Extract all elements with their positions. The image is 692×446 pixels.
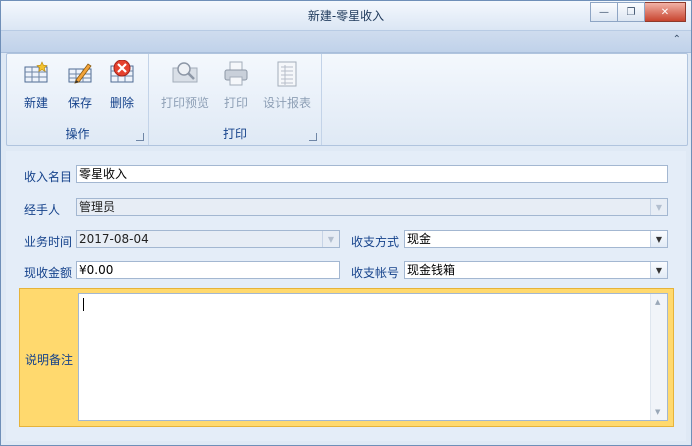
cash-amount-value: ¥0.00 xyxy=(79,263,114,277)
save-grid-pencil-icon xyxy=(68,63,92,84)
business-time-label: 业务时间 xyxy=(24,235,73,249)
new-button-label: 新建 xyxy=(23,96,48,110)
account-value: 现金钱箱 xyxy=(407,263,456,277)
minimize-icon: — xyxy=(599,6,609,18)
handler-value: 管理员 xyxy=(79,200,116,214)
income-name-label: 收入名目 xyxy=(24,170,73,184)
remarks-scrollbar[interactable]: ▲ ▼ xyxy=(650,294,667,420)
close-button[interactable]: ✕ xyxy=(645,2,686,22)
delete-button-label: 删除 xyxy=(109,96,134,110)
printer-icon xyxy=(224,61,248,86)
app-window: 新建-零星收入 — ❐ ✕ ⌃ 新建 保存 删除 操作 打印预览 打印 设计报表… xyxy=(0,0,692,446)
minimize-button[interactable]: — xyxy=(590,2,618,22)
restore-button[interactable]: ❐ xyxy=(618,2,645,22)
print-preview-button[interactable]: 打印预览 xyxy=(157,60,213,111)
cash-amount-label: 现收金额 xyxy=(24,266,73,280)
income-name-value: 零星收入 xyxy=(79,167,128,181)
scroll-down-icon[interactable]: ▼ xyxy=(655,408,660,416)
ribbon-group-label-operation: 操作 xyxy=(65,127,90,141)
ribbon: 新建 保存 删除 操作 打印预览 打印 设计报表 打印 xyxy=(6,53,688,146)
chevron-down-icon[interactable]: ▼ xyxy=(650,262,667,278)
print-button[interactable]: 打印 xyxy=(213,60,259,111)
payment-method-select[interactable]: 现金 ▼ xyxy=(404,230,668,248)
cash-amount-input[interactable]: ¥0.00 xyxy=(76,261,340,279)
magnifier-icon xyxy=(172,62,198,83)
new-button[interactable]: 新建 xyxy=(13,60,59,111)
account-select[interactable]: 现金钱箱 ▼ xyxy=(404,261,668,279)
payment-method-value: 现金 xyxy=(407,232,432,246)
handler-label: 经手人 xyxy=(24,203,61,217)
chevron-down-icon[interactable]: ▼ xyxy=(650,231,667,247)
window-title: 新建-零星收入 xyxy=(307,9,385,23)
text-caret xyxy=(83,298,84,311)
delete-x-icon xyxy=(110,60,134,83)
print-preview-label: 打印预览 xyxy=(160,96,209,110)
payment-method-label: 收支方式 xyxy=(351,235,400,249)
ribbon-group-operation: 新建 保存 删除 操作 xyxy=(7,54,149,145)
ribbon-header: ⌃ xyxy=(1,31,691,53)
group-launcher-icon[interactable] xyxy=(309,133,317,141)
remarks-section: 说明备注 ▲ ▼ xyxy=(19,288,674,427)
ribbon-group-label-print: 打印 xyxy=(222,127,247,141)
restore-icon: ❐ xyxy=(626,6,636,18)
group-launcher-icon[interactable] xyxy=(136,133,144,141)
close-icon: ✕ xyxy=(660,6,670,18)
save-button-label: 保存 xyxy=(67,96,92,110)
delete-button[interactable]: 删除 xyxy=(99,60,145,111)
window-controls: — ❐ ✕ xyxy=(590,2,686,22)
ribbon-group-print: 打印预览 打印 设计报表 打印 xyxy=(149,54,322,145)
title-bar[interactable]: 新建-零星收入 — ❐ ✕ xyxy=(1,1,691,31)
ribbon-collapse-button[interactable]: ⌃ xyxy=(673,34,681,45)
new-grid-icon xyxy=(24,61,48,83)
report-design-icon xyxy=(277,61,297,87)
account-label: 收支帐号 xyxy=(351,266,400,280)
income-form: 收入名目 零星收入 经手人 管理员 ▼ 业务时间 2017-08-04 ▼ 收支… xyxy=(6,151,686,441)
remarks-textarea[interactable]: ▲ ▼ xyxy=(78,293,668,421)
business-time-date-picker[interactable]: 2017-08-04 ▼ xyxy=(76,230,340,248)
income-name-input[interactable]: 零星收入 xyxy=(76,165,668,183)
handler-select[interactable]: 管理员 ▼ xyxy=(76,198,668,216)
design-report-label: 设计报表 xyxy=(262,96,311,110)
print-button-label: 打印 xyxy=(223,96,248,110)
remarks-label: 说明备注 xyxy=(25,353,74,367)
business-time-value: 2017-08-04 xyxy=(79,232,149,246)
design-report-button[interactable]: 设计报表 xyxy=(259,60,315,111)
chevron-up-icon: ⌃ xyxy=(672,34,681,45)
chevron-down-icon[interactable]: ▼ xyxy=(650,199,667,215)
chevron-down-icon[interactable]: ▼ xyxy=(322,231,339,247)
save-button[interactable]: 保存 xyxy=(57,60,103,111)
scroll-up-icon[interactable]: ▲ xyxy=(655,298,660,306)
